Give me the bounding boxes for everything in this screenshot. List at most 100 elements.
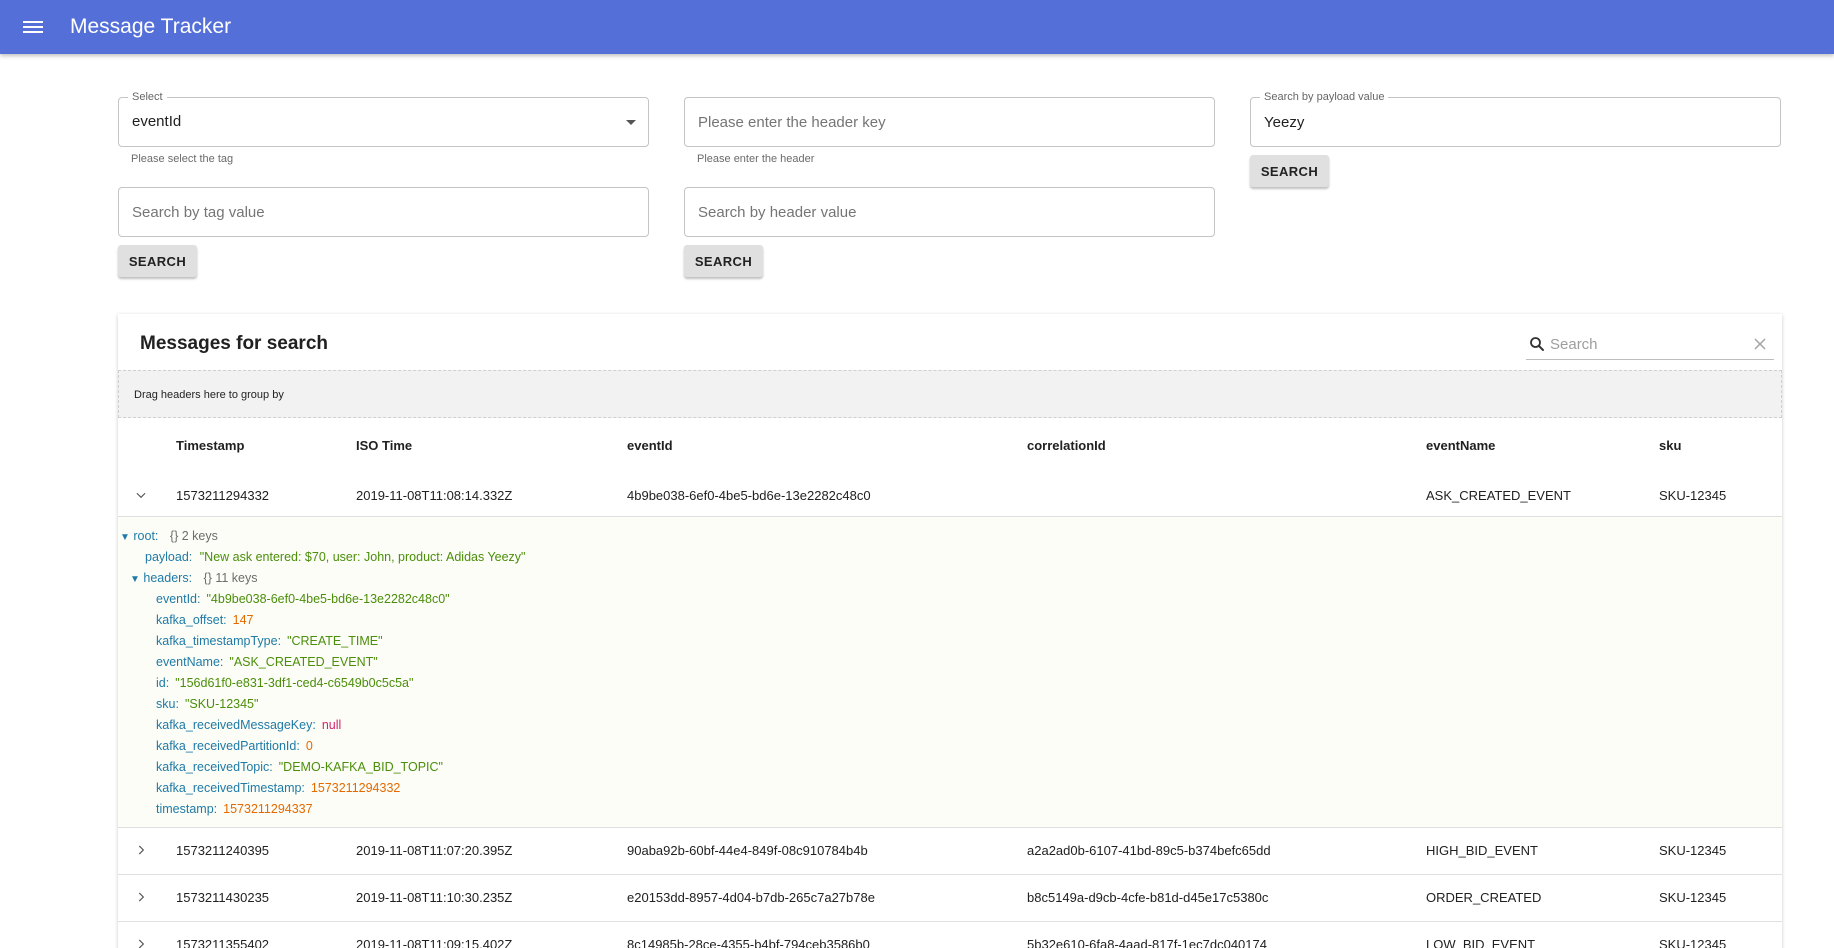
tag-search-button[interactable]: SEARCH <box>118 245 197 277</box>
header-key-field[interactable] <box>684 97 1215 147</box>
json-meta: {} 11 keys <box>203 571 258 585</box>
tag-value-input[interactable] <box>132 201 635 223</box>
cell-iso-time: 2019-11-08T11:07:20.395Z <box>356 843 513 858</box>
column-header-timestamp[interactable]: Timestamp <box>176 438 244 453</box>
header-value-field[interactable] <box>684 187 1215 237</box>
json-header-line: kafka_receivedPartitionId: 0 <box>156 739 313 753</box>
json-header-line: sku: "SKU-12345" <box>156 697 258 711</box>
json-value: null <box>321 718 342 732</box>
json-header-line: id: "156d61f0-e831-3df1-ced4-c6549b0c5c5a… <box>156 676 413 690</box>
json-value: 0 <box>305 739 313 753</box>
payload-value-label: Search by payload value <box>1260 91 1389 103</box>
json-key: eventName: <box>156 655 224 669</box>
json-value: 147 <box>232 613 254 627</box>
column-header-iso-time[interactable]: ISO Time <box>356 438 412 453</box>
cell-timestamp: 1573211294332 <box>176 488 270 503</box>
cell-event-id: 90aba92b-60bf-44e4-849f-08c910784b4b <box>627 843 868 858</box>
json-value: "CREATE_TIME" <box>287 634 383 648</box>
menu-icon[interactable] <box>21 18 45 36</box>
cell-iso-time: 2019-11-08T11:08:14.332Z <box>356 488 513 503</box>
cell-correlation-id: a2a2ad0b-6107-41bd-89c5-b374befc65dd <box>1027 843 1271 858</box>
json-value: 1573211294337 <box>223 802 313 816</box>
cell-event-name: ASK_CREATED_EVENT <box>1426 488 1571 503</box>
collapse-triangle-icon[interactable]: ▼ <box>120 532 130 543</box>
cell-event-id: 4b9be038-6ef0-4be5-bd6e-13e2282c48c0 <box>627 488 871 503</box>
json-key: id: <box>156 676 170 690</box>
json-value: "SKU-12345" <box>184 697 259 711</box>
json-key: kafka_timestampType: <box>156 634 282 648</box>
cell-sku: SKU-12345 <box>1659 937 1727 948</box>
json-value: "DEMO-KAFKA_BID_TOPIC" <box>278 760 443 774</box>
table-search-input[interactable] <box>1550 334 1740 354</box>
header-search-button[interactable]: SEARCH <box>684 245 763 277</box>
app-title: Message Tracker <box>70 15 232 38</box>
cell-sku: SKU-12345 <box>1659 890 1727 905</box>
app-bar: Message Tracker <box>0 0 1834 54</box>
row-divider <box>118 827 1782 828</box>
cell-event-id: e20153dd-8957-4d04-b7db-265c7a27b78e <box>627 890 875 905</box>
payload-value-field[interactable]: Search by payload value <box>1250 91 1781 147</box>
column-header-event-id[interactable]: eventId <box>627 438 673 453</box>
json-key: payload: <box>145 550 193 564</box>
row-divider <box>118 874 1782 875</box>
column-header-correlation-id[interactable]: correlationId <box>1027 438 1106 453</box>
chevron-right-icon[interactable] <box>134 937 148 948</box>
panel-title: Messages for search <box>140 333 328 354</box>
cell-sku: SKU-12345 <box>1659 488 1727 503</box>
header-key-input[interactable] <box>698 111 1201 133</box>
json-key: kafka_receivedTimestamp: <box>156 781 305 795</box>
group-by-area[interactable]: Drag headers here to group by <box>118 370 1782 418</box>
tag-select-helper: Please select the tag <box>131 153 234 165</box>
column-header-sku[interactable]: sku <box>1659 438 1681 453</box>
json-key: headers: <box>143 571 193 585</box>
header-key-helper: Please enter the header <box>697 153 815 165</box>
json-key: timestamp: <box>156 802 218 816</box>
json-header-line: timestamp: 1573211294337 <box>156 802 313 816</box>
cell-correlation-id: b8c5149a-d9cb-4cfe-b81d-d45e17c5380c <box>1027 890 1269 905</box>
search-icon <box>1530 337 1544 351</box>
cell-iso-time: 2019-11-08T11:09:15.402Z <box>356 937 513 948</box>
cell-event-name: HIGH_BID_EVENT <box>1426 843 1538 858</box>
cell-event-name: LOW_BID_EVENT <box>1426 937 1536 948</box>
cell-event-name: ORDER_CREATED <box>1426 890 1542 905</box>
row-divider <box>118 921 1782 922</box>
json-key: kafka_receivedMessageKey: <box>156 718 316 732</box>
header-value-input[interactable] <box>698 201 1201 223</box>
json-key: kafka_receivedTopic: <box>156 760 273 774</box>
json-header-line: kafka_receivedTopic: "DEMO-KAFKA_BID_TOPI… <box>156 760 443 774</box>
tag-select[interactable]: Select eventId <box>118 91 649 147</box>
tag-select-label: Select <box>128 91 167 103</box>
column-header-event-name[interactable]: eventName <box>1426 438 1495 453</box>
cell-timestamp: 1573211240395 <box>176 843 270 858</box>
json-headers-line[interactable]: ▼ headers: {} 11 keys <box>130 571 258 585</box>
json-detail-panel: ▼ root: {} 2 keys payload: "New ask ente… <box>118 517 1782 827</box>
dropdown-arrow-icon[interactable] <box>626 120 636 125</box>
collapse-triangle-icon[interactable]: ▼ <box>130 574 140 585</box>
cell-correlation-id: 5b32e610-6fa8-4aad-817f-1ec7dc040174 <box>1027 937 1267 948</box>
json-header-line: kafka_offset: 147 <box>156 613 254 627</box>
cell-sku: SKU-12345 <box>1659 843 1727 858</box>
payload-search-button[interactable]: SEARCH <box>1250 155 1329 187</box>
chevron-right-icon[interactable] <box>134 843 148 857</box>
chevron-right-icon[interactable] <box>134 890 148 904</box>
json-key: kafka_receivedPartitionId: <box>156 739 300 753</box>
json-key: kafka_offset: <box>156 613 227 627</box>
cell-timestamp: 1573211355402 <box>176 937 270 948</box>
payload-value-input[interactable] <box>1264 111 1767 133</box>
json-root-line[interactable]: ▼ root: {} 2 keys <box>120 529 218 543</box>
json-value: 1573211294332 <box>310 781 401 795</box>
json-key: root: <box>133 529 159 543</box>
json-header-line: kafka_receivedTimestamp: 1573211294332 <box>156 781 400 795</box>
tag-select-value: eventId <box>132 113 182 130</box>
json-value: "ASK_CREATED_EVENT" <box>229 655 378 669</box>
json-value: "156d61f0-e831-3df1-ced4-c6549b0c5c5a" <box>175 676 414 690</box>
json-meta: {} 2 keys <box>169 529 218 543</box>
messages-panel: Messages for search Drag headers here to… <box>118 314 1782 948</box>
chevron-down-icon[interactable] <box>134 488 148 502</box>
json-value: "4b9be038-6ef0-4be5-bd6e-13e2282c48c0" <box>206 592 450 606</box>
table-search[interactable] <box>1526 328 1774 360</box>
tag-value-field[interactable] <box>118 187 649 237</box>
json-header-line: eventName: "ASK_CREATED_EVENT" <box>156 655 378 669</box>
cell-iso-time: 2019-11-08T11:10:30.235Z <box>356 890 513 905</box>
close-icon[interactable] <box>1750 334 1770 354</box>
